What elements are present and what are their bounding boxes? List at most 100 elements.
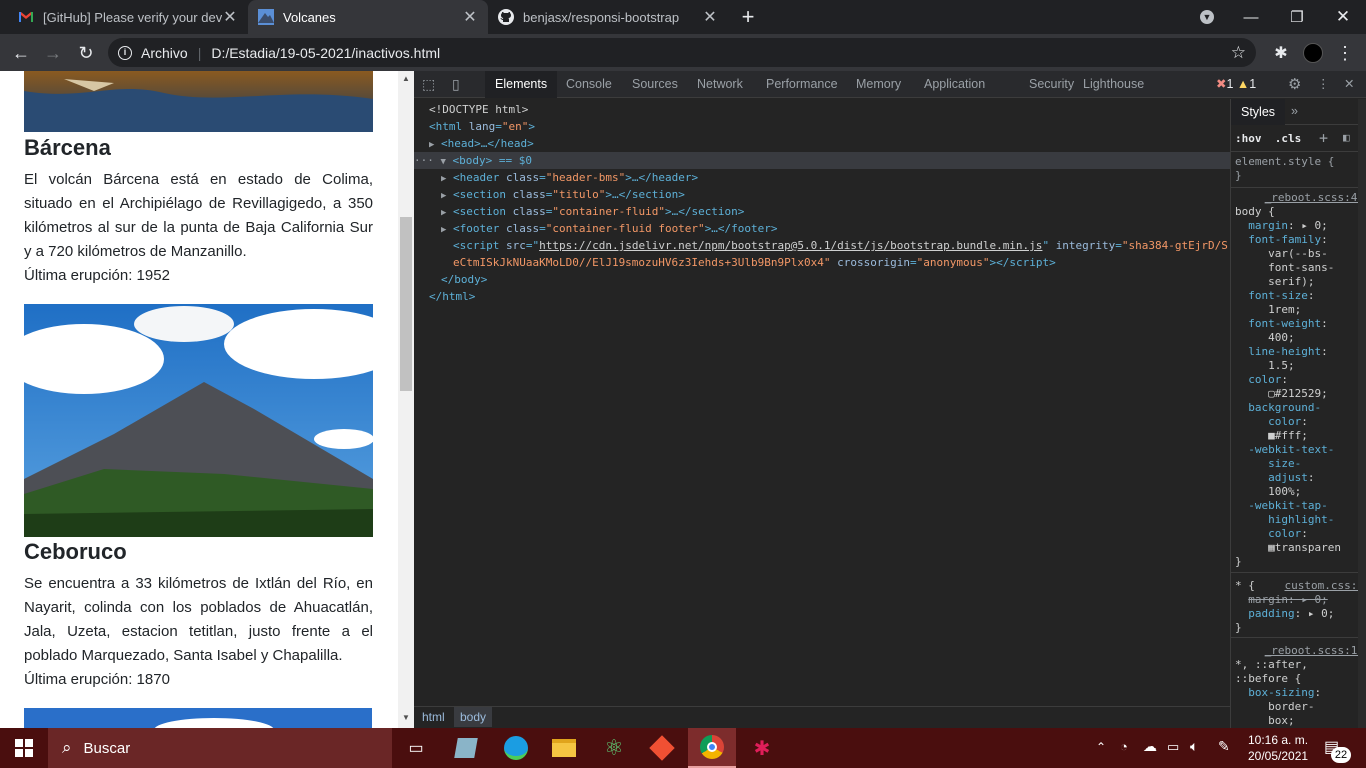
tab-title: benjasx/responsi-bootstrap — [523, 9, 680, 25]
warning-icon: ▲ — [1236, 77, 1250, 91]
menu-icon[interactable]: ⋮ — [1332, 40, 1358, 66]
style-filter-toggles[interactable]: :hov .cls — [1235, 132, 1301, 146]
windows-taskbar: ⌕ Buscar ▭ ⚛ ✱ ⌃ ◔ ☁ ▭ 🔈︎ ✎ 10:16 a. m. … — [0, 728, 1366, 768]
battery-icon[interactable]: ▭ — [1167, 739, 1179, 755]
tab-performance[interactable]: Performance — [756, 71, 848, 98]
breadcrumb-html[interactable]: html — [422, 710, 445, 724]
show-hidden-icons-icon[interactable]: ⌃ — [1096, 740, 1106, 754]
close-tab-icon[interactable]: ✕ — [462, 7, 478, 27]
atom-icon[interactable]: ⚛ — [590, 728, 638, 768]
dom-section-container[interactable]: ▶ <section class="container-fluid">…</sec… — [441, 203, 744, 220]
onedrive-icon[interactable]: ☁ — [1143, 738, 1157, 755]
volcano-icon — [258, 9, 274, 25]
page-viewport: Bárcena El volcán Bárcena está en estado… — [0, 71, 398, 728]
chrome-icon[interactable] — [688, 728, 736, 768]
restore-icon[interactable]: ❐ — [1274, 0, 1320, 34]
tab-github-verify[interactable]: [GitHub] Please verify your device ✕ — [8, 0, 248, 34]
dom-html[interactable]: <html lang="en"> — [429, 118, 535, 135]
volcano-eruption: Última erupción: 1870 — [24, 671, 170, 688]
new-tab-button[interactable]: + — [725, 0, 771, 34]
close-tab-icon[interactable]: ✕ — [702, 7, 718, 27]
tab-github-repo[interactable]: benjasx/responsi-bootstrap ✕ — [488, 0, 728, 34]
task-view-icon[interactable]: ▭ — [392, 728, 440, 768]
rule-source-link[interactable]: _reboot.scss:47 — [1265, 191, 1364, 204]
tab-styles[interactable]: Styles — [1231, 99, 1286, 125]
bookmark-star-icon[interactable]: ☆ — [1231, 43, 1246, 63]
avatar[interactable] — [1300, 40, 1326, 66]
reload-icon[interactable]: ↻ — [73, 40, 99, 66]
inspect-element-icon[interactable]: ⬚ — [418, 71, 439, 98]
volcano-title: Bárcena — [24, 135, 111, 160]
tab-application[interactable]: Application — [914, 71, 995, 98]
dom-doctype[interactable]: <!DOCTYPE html> — [429, 101, 528, 118]
browser-toolbar: ← → ↻ i Archivo | D:/Estadia/19-05-2021/… — [0, 34, 1366, 71]
volcano-image — [24, 708, 372, 728]
tab-sources[interactable]: Sources — [622, 71, 688, 98]
dom-script[interactable]: <script src="https://cdn.jsdelivr.net/np… — [453, 237, 1228, 254]
breadcrumb: html body — [414, 706, 1230, 728]
dom-body-selected[interactable]: ··· ▼ <body> == $0 — [414, 152, 1230, 169]
dom-header[interactable]: ▶ <header class="header-bms">…</header> — [441, 169, 698, 186]
dom-footer[interactable]: ▶ <footer class="container-fluid footer">… — [441, 220, 778, 237]
toggle-sidebar-icon[interactable]: ◧ — [1343, 131, 1350, 144]
volcano-description: El volcán Bárcena está en estado de Coli… — [24, 171, 373, 260]
network-icon[interactable]: ◔ — [1120, 739, 1128, 754]
close-devtools-icon[interactable]: ✕ — [1340, 71, 1358, 98]
volume-icon[interactable]: 🔈︎ — [1190, 738, 1198, 755]
tab-strip: [GitHub] Please verify your device ✕ Vol… — [0, 0, 1366, 34]
tab-console[interactable]: Console — [556, 71, 622, 98]
pen-icon[interactable]: ✎ — [1218, 738, 1230, 755]
forward-icon[interactable]: → — [40, 40, 66, 66]
tab-search-icon[interactable]: ▼ — [1184, 0, 1230, 34]
dom-script-cont[interactable]: eCtmISkJkNUaaKMoLD0//ElJ19smozuHV6z3Iehd… — [453, 254, 1056, 271]
dom-section-titulo[interactable]: ▶ <section class="titulo">…</section> — [441, 186, 685, 203]
tab-memory[interactable]: Memory — [846, 71, 911, 98]
devtools-panel: ⬚ ▯ Elements Console Sources Network Per… — [414, 71, 1366, 728]
tab-elements[interactable]: Elements — [485, 71, 558, 98]
clock[interactable]: 10:16 a. m. 20/05/2021 — [1248, 732, 1308, 764]
info-icon[interactable]: i — [118, 45, 132, 60]
devtools-tabbar: ⬚ ▯ Elements Console Sources Network Per… — [414, 71, 1366, 98]
close-window-icon[interactable]: ✕ — [1320, 0, 1366, 34]
issues-counter[interactable]: ✖1 ▲1 — [1212, 71, 1260, 98]
box-sizing-rule: *, ::after, ::before { box-sizing: borde… — [1235, 658, 1322, 727]
app-icon[interactable] — [442, 728, 490, 768]
url-text[interactable]: D:/Estadia/19-05-2021/inactivos.html — [211, 45, 440, 61]
scrollbar-thumb[interactable] — [400, 217, 412, 391]
breadcrumb-body[interactable]: body — [454, 707, 493, 727]
minimize-icon[interactable]: — — [1228, 0, 1274, 34]
edge-icon[interactable] — [492, 728, 540, 768]
more-tabs-icon[interactable]: » — [1291, 104, 1298, 118]
ceboruco-image — [24, 304, 373, 537]
dom-head[interactable]: ▶ <head>…</head> — [429, 135, 534, 152]
slack-icon[interactable]: ✱ — [738, 728, 786, 768]
new-rule-icon[interactable]: + — [1319, 129, 1328, 147]
error-icon: ✖ — [1216, 77, 1227, 91]
windows-start-icon[interactable] — [0, 728, 48, 768]
extensions-icon[interactable]: ✱ — [1268, 40, 1294, 66]
tab-title: Volcanes — [283, 9, 336, 25]
settings-gear-icon[interactable]: ⚙ — [1284, 71, 1305, 98]
page-scrollbar[interactable]: ▲ ▼ — [398, 71, 414, 728]
taskbar-search[interactable]: ⌕ Buscar — [48, 728, 392, 768]
address-bar[interactable]: i Archivo | D:/Estadia/19-05-2021/inacti… — [108, 38, 1256, 67]
devtools-menu-icon[interactable]: ⋮ — [1313, 71, 1334, 98]
git-icon[interactable] — [638, 728, 686, 768]
rule-source-link[interactable]: _reboot.scss:19 — [1265, 644, 1364, 657]
tab-title: [GitHub] Please verify your device — [43, 9, 222, 25]
site-label: Archivo — [141, 44, 188, 61]
file-explorer-icon[interactable] — [540, 728, 588, 768]
script-src-link[interactable]: https://cdn.jsdelivr.net/npm/bootstrap@5… — [539, 239, 1042, 252]
tab-lighthouse[interactable]: Lighthouse — [1073, 71, 1154, 98]
tab-volcanes[interactable]: Volcanes ✕ — [248, 0, 488, 34]
dom-html-close[interactable]: </html> — [429, 288, 475, 305]
search-icon: ⌕ — [62, 738, 72, 757]
tab-network[interactable]: Network — [687, 71, 753, 98]
dom-body-close[interactable]: </body> — [441, 271, 487, 288]
device-toolbar-icon[interactable]: ▯ — [448, 71, 464, 98]
elements-tree: <!DOCTYPE html> <html lang="en"> ▶ <head>… — [414, 99, 1230, 705]
notification-badge: 22 — [1331, 747, 1351, 763]
back-icon[interactable]: ← — [8, 40, 34, 66]
close-tab-icon[interactable]: ✕ — [222, 7, 238, 27]
element-style-rule: element.style { — [1235, 155, 1335, 168]
